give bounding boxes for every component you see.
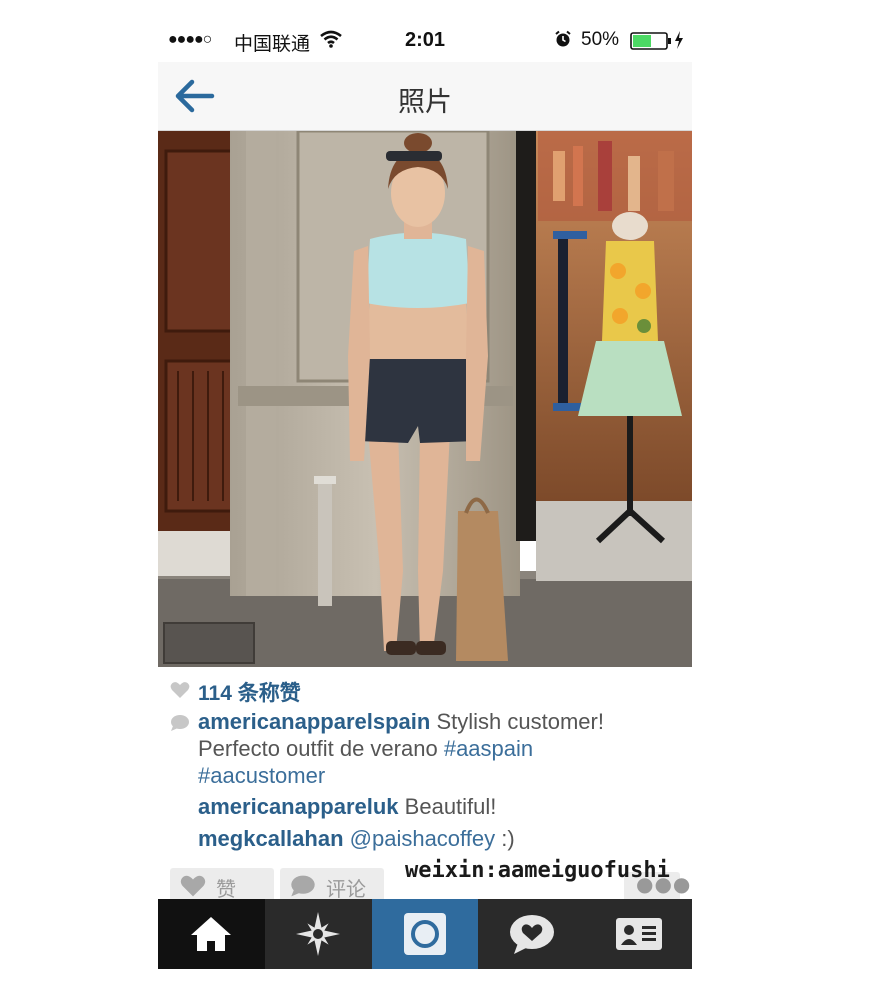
home-icon <box>191 917 232 951</box>
navigation-bar: 照片 <box>158 62 692 131</box>
news-heart-bubble-icon <box>509 915 554 954</box>
heart-icon <box>170 681 190 704</box>
battery-percent: 50% <box>581 29 620 50</box>
tab-profile[interactable] <box>585 899 692 969</box>
camera-icon <box>403 913 446 955</box>
comment: americanapparelspain Stylish customer! P… <box>198 708 668 789</box>
tab-home[interactable] <box>158 899 265 969</box>
explore-star-icon <box>296 912 341 956</box>
hashtag-link[interactable]: #aaspain <box>444 736 533 761</box>
tab-camera[interactable] <box>371 899 479 969</box>
comment-username[interactable]: megkcallahan <box>198 826 344 851</box>
battery-icon <box>630 32 672 56</box>
comment-label: 评论 <box>326 877 366 901</box>
charging-bolt-icon <box>674 31 684 55</box>
likes-count[interactable]: 114 条称赞 <box>198 677 301 707</box>
like-label: 赞 <box>216 877 236 901</box>
tab-news[interactable] <box>478 899 586 969</box>
comment: megkcallahan @paishacoffey :) <box>198 825 668 852</box>
mention-link[interactable]: @paishacoffey <box>350 826 495 851</box>
tab-bar <box>158 899 692 969</box>
alarm-clock-icon <box>554 30 572 54</box>
comment-text: :) <box>495 826 515 851</box>
post-photo[interactable] <box>158 131 692 667</box>
comment-text: Beautiful! <box>404 794 497 819</box>
phone-screen: ●●●●○ 中国联通 2:01 50% 照片 114 条称赞 americana… <box>158 20 692 969</box>
watermark: weixin:aameiguofushi <box>405 858 670 883</box>
comment: americanappareluk Beautiful! <box>198 793 668 820</box>
hashtag-link[interactable]: #aacustomer <box>198 763 325 788</box>
heart-icon <box>180 875 206 897</box>
tab-explore[interactable] <box>264 899 372 969</box>
comment-username[interactable]: americanappareluk <box>198 794 399 819</box>
status-bar: ●●●●○ 中国联通 2:01 50% <box>158 20 692 62</box>
comment-username[interactable]: americanapparelspain <box>198 709 430 734</box>
comment-bubble-icon <box>291 875 315 897</box>
comment-bubble-icon <box>170 714 190 737</box>
profile-card-icon <box>615 918 662 950</box>
page-title: 照片 <box>398 87 452 118</box>
